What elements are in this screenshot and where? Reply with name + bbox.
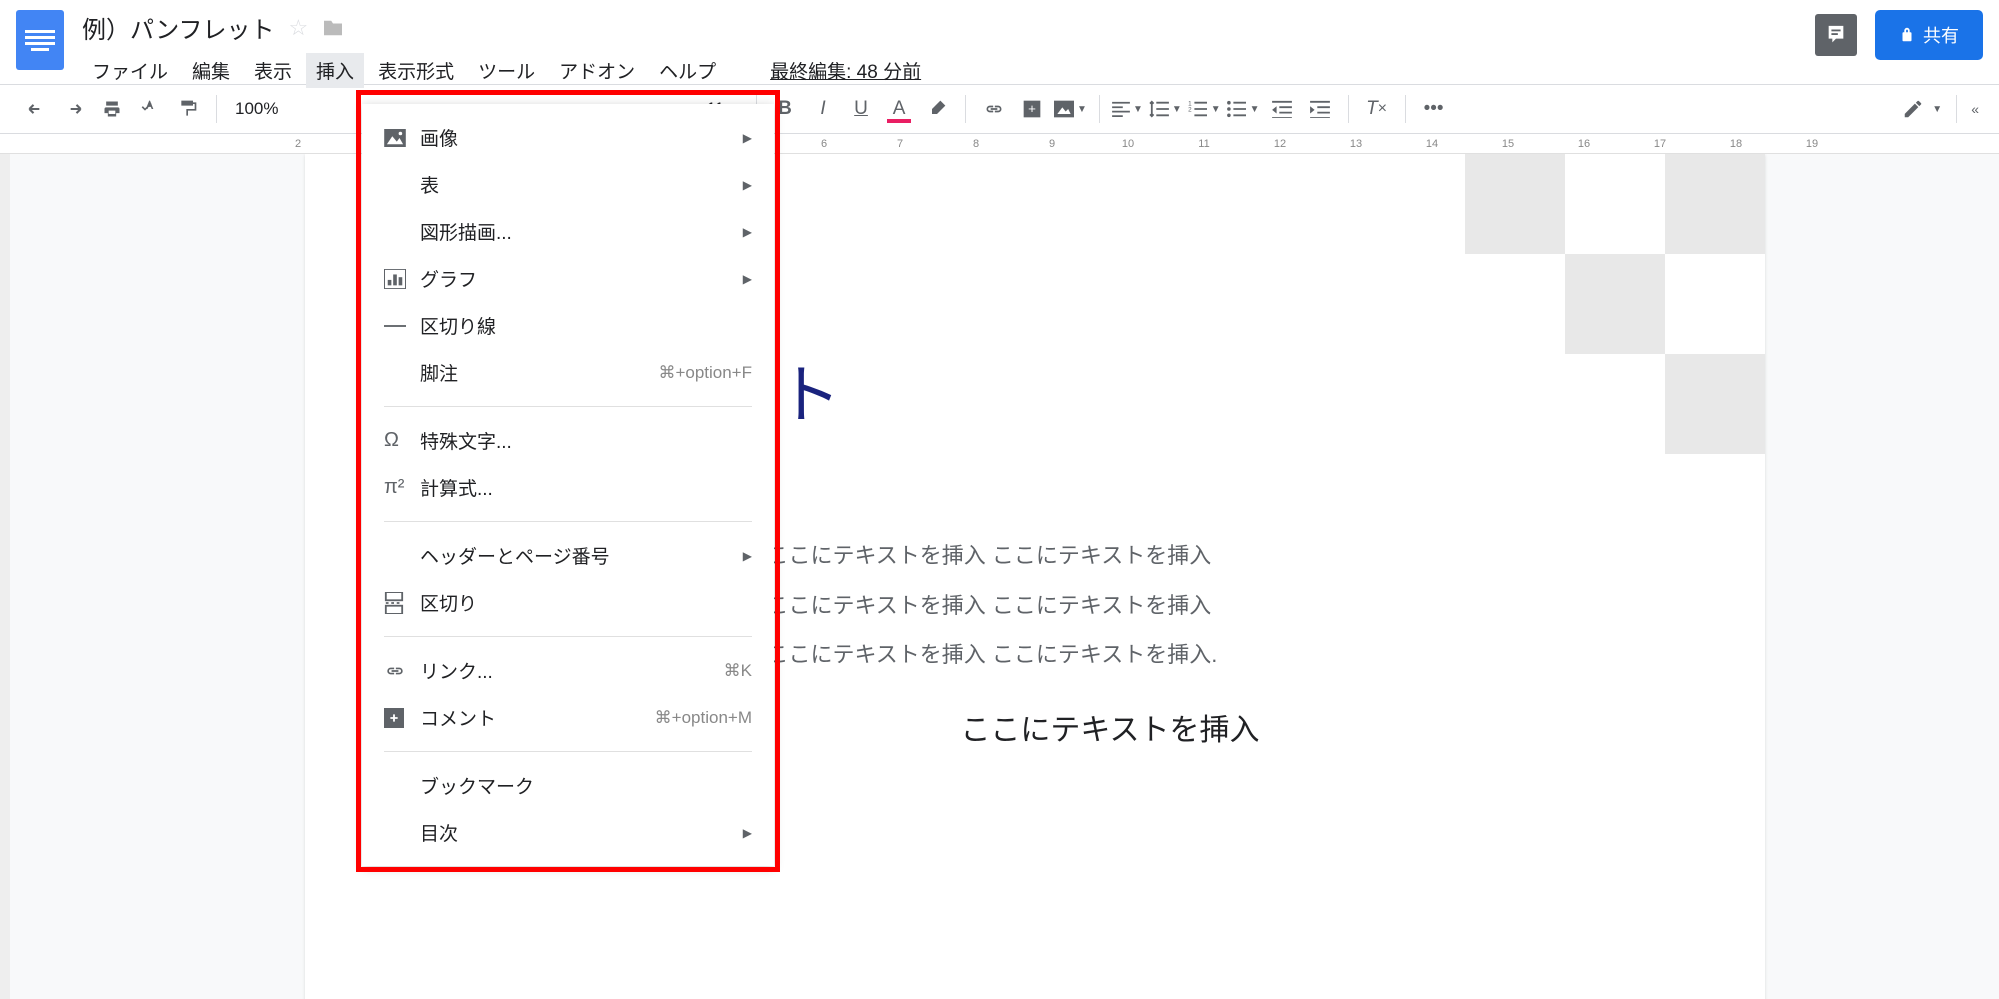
pi-icon: π²	[384, 476, 420, 499]
line-spacing-button[interactable]: ▼	[1149, 100, 1182, 118]
print-button[interactable]	[96, 93, 128, 125]
menu-help[interactable]: ヘルプ	[649, 53, 726, 88]
more-button[interactable]: •••	[1418, 93, 1450, 125]
share-label: 共有	[1923, 22, 1959, 48]
ruler[interactable]: 2 6 7 8 9 10 11 12 13 14 15 16 17 18 19	[0, 134, 1999, 154]
underline-button[interactable]: U	[845, 93, 877, 125]
undo-button[interactable]	[20, 93, 52, 125]
omega-icon: Ω	[384, 429, 420, 452]
chevron-right-icon: ▶	[743, 225, 752, 239]
increase-indent-button[interactable]	[1304, 93, 1336, 125]
chevron-right-icon: ▶	[743, 178, 752, 192]
menu-item-horizontal-line[interactable]: 区切り線	[362, 302, 774, 349]
menu-item-chart[interactable]: グラフ ▶	[362, 255, 774, 302]
insert-image-button[interactable]: ▼	[1054, 100, 1087, 118]
menu-item-link[interactable]: リンク... ⌘K	[362, 647, 774, 694]
chevron-right-icon: ▶	[743, 272, 752, 286]
zoom-dropdown[interactable]: 100%	[229, 99, 284, 119]
bulleted-list-button[interactable]: ▼	[1227, 100, 1260, 118]
image-icon	[384, 129, 420, 147]
menu-item-bookmark[interactable]: ブックマーク	[362, 762, 774, 809]
menu-item-drawing[interactable]: 図形描画... ▶	[362, 208, 774, 255]
menu-view[interactable]: 表示	[244, 53, 302, 88]
page-break-icon	[384, 592, 420, 614]
highlight-button[interactable]	[921, 93, 953, 125]
link-icon	[384, 665, 420, 677]
chevron-right-icon: ▶	[743, 131, 752, 145]
document-title[interactable]: 例）パンフレット	[82, 10, 274, 45]
expand-button[interactable]: «	[1971, 101, 1979, 117]
menu-item-footnote[interactable]: 脚注 ⌘+option+F	[362, 349, 774, 396]
insert-comment-button[interactable]: +	[1016, 93, 1048, 125]
menu-edit[interactable]: 編集	[182, 53, 240, 88]
last-edit-link[interactable]: 最終編集: 48 分前	[760, 53, 931, 88]
align-button[interactable]: ▼	[1112, 101, 1143, 117]
italic-button[interactable]: I	[807, 93, 839, 125]
menu-tools[interactable]: ツール	[468, 53, 545, 88]
chevron-right-icon: ▶	[743, 549, 752, 563]
menu-file[interactable]: ファイル	[82, 53, 178, 88]
share-button[interactable]: 共有	[1875, 10, 1983, 60]
insert-link-button[interactable]	[978, 93, 1010, 125]
menu-item-header-page-number[interactable]: ヘッダーとページ番号 ▶	[362, 532, 774, 579]
clear-formatting-button[interactable]: T×	[1361, 93, 1393, 125]
menu-insert[interactable]: 挿入	[306, 53, 364, 88]
menu-item-table[interactable]: 表 ▶	[362, 161, 774, 208]
menu-item-toc[interactable]: 目次 ▶	[362, 809, 774, 856]
svg-text:2: 2	[1188, 107, 1192, 114]
menu-addons[interactable]: アドオン	[549, 53, 645, 88]
menu-item-equation[interactable]: π² 計算式...	[362, 464, 774, 511]
docs-logo-icon[interactable]	[16, 10, 64, 70]
chart-icon	[384, 269, 420, 289]
redo-button[interactable]	[58, 93, 90, 125]
comments-button[interactable]	[1815, 14, 1857, 56]
svg-text:+: +	[1028, 101, 1036, 116]
star-icon[interactable]: ☆	[288, 15, 308, 41]
folder-icon[interactable]	[322, 19, 344, 37]
menu-item-image[interactable]: 画像 ▶	[362, 114, 774, 161]
chevron-right-icon: ▶	[743, 826, 752, 840]
spellcheck-button[interactable]	[134, 93, 166, 125]
menu-item-break[interactable]: 区切り	[362, 579, 774, 626]
editing-mode-button[interactable]	[1902, 98, 1924, 120]
paint-format-button[interactable]	[172, 93, 204, 125]
text-color-button[interactable]: A	[883, 93, 915, 125]
horizontal-line-icon	[384, 324, 420, 328]
menu-item-special-chars[interactable]: Ω 特殊文字...	[362, 417, 774, 464]
comment-plus-icon	[384, 708, 420, 728]
decrease-indent-button[interactable]	[1266, 93, 1298, 125]
insert-dropdown-menu: 画像 ▶ 表 ▶ 図形描画... ▶ グラフ ▶ 区切り線 脚注 ⌘+optio…	[362, 104, 774, 866]
menu-item-comment[interactable]: コメント ⌘+option+M	[362, 694, 774, 741]
numbered-list-button[interactable]: 12 ▼	[1188, 100, 1221, 118]
menu-format[interactable]: 表示形式	[368, 53, 464, 88]
